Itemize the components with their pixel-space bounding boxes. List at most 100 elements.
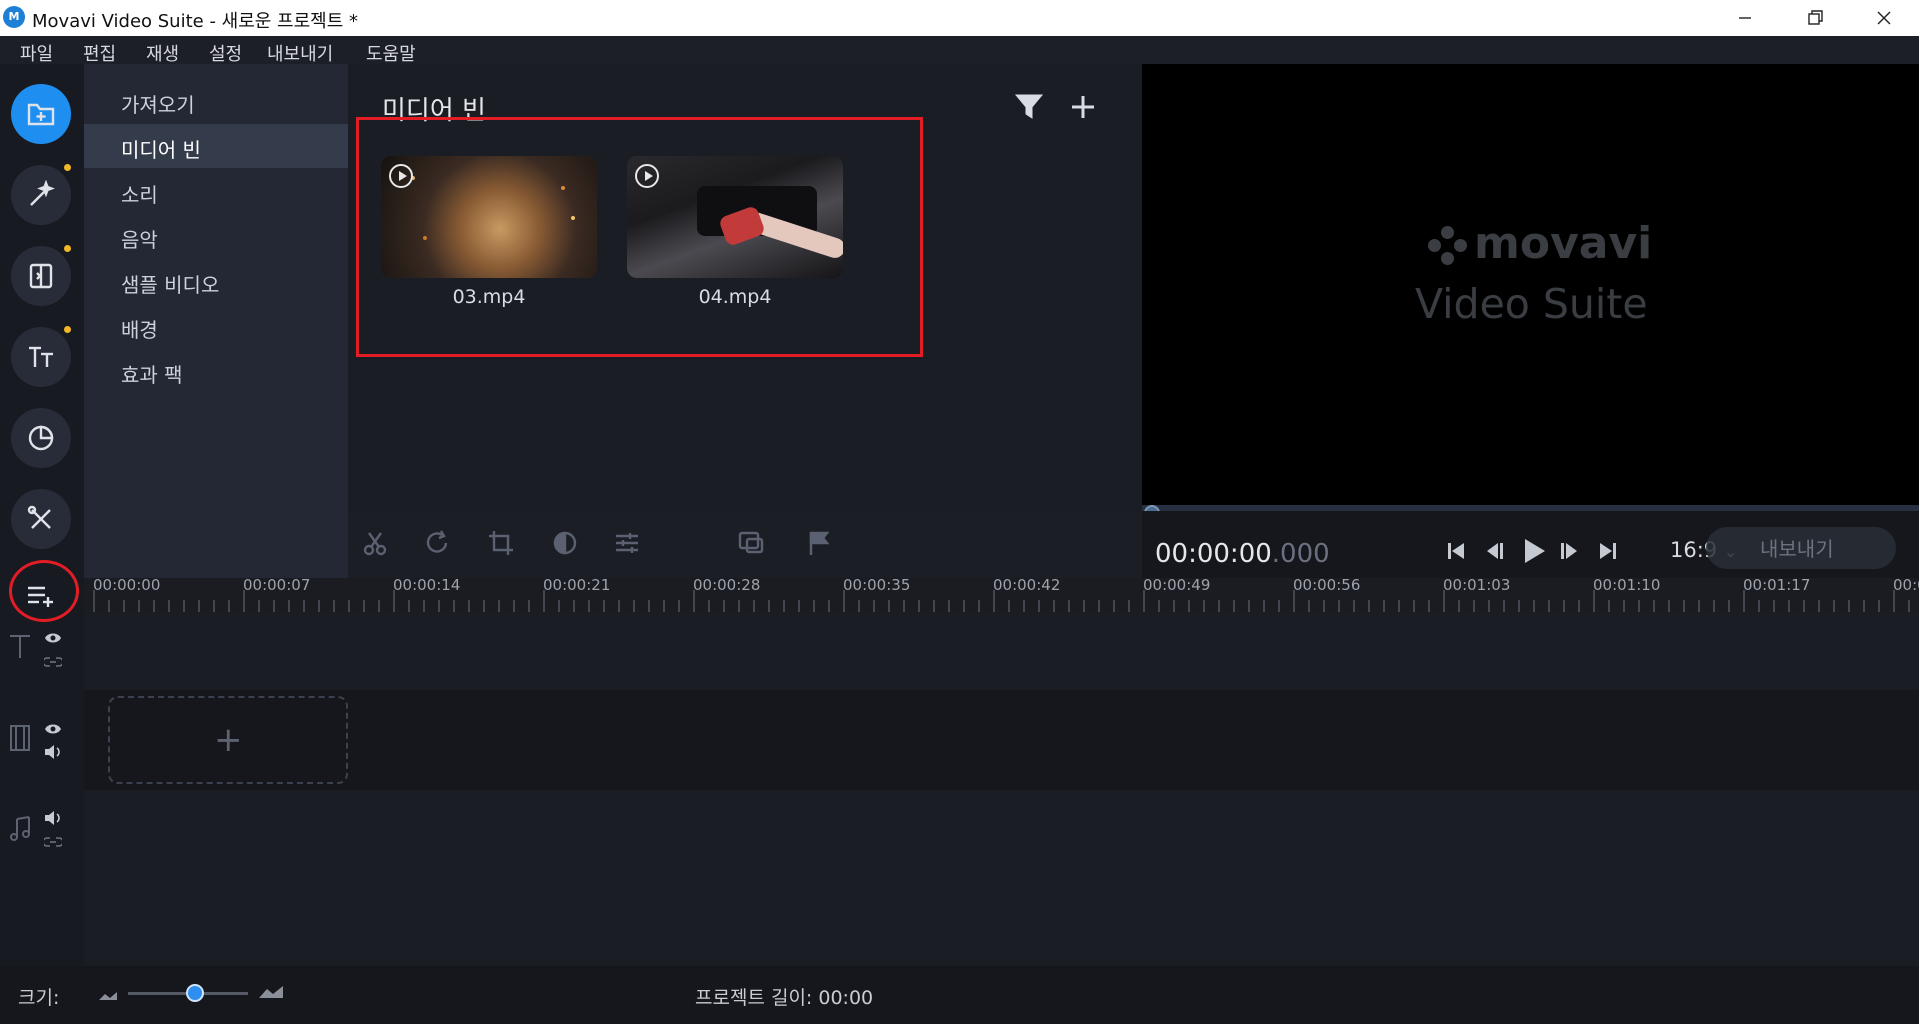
menu-playback[interactable]: 재생 xyxy=(146,40,179,66)
music-note-icon xyxy=(8,815,32,847)
step-forward-icon xyxy=(1561,543,1577,559)
menu-bar: 파일 편집 재생 설정 내보내기 도움말 xyxy=(0,36,1919,66)
new-indicator-dot xyxy=(64,164,71,171)
watermark-brand: movavi xyxy=(1474,218,1653,269)
timecode-main: 00:00:00 xyxy=(1155,539,1272,569)
sliders-icon xyxy=(616,533,638,553)
video-track[interactable] xyxy=(84,690,1919,790)
category-music[interactable]: 음악 xyxy=(84,214,348,258)
rotate-button[interactable] xyxy=(424,530,452,560)
video-track-icon xyxy=(8,724,32,756)
speaker-icon[interactable] xyxy=(44,810,62,830)
new-indicator-dot xyxy=(64,245,71,252)
stickers-button[interactable] xyxy=(11,408,71,468)
project-length: 프로젝트 길이: 00:00 xyxy=(695,987,874,1009)
category-label: 샘플 비디오 xyxy=(121,273,220,297)
ruler-time-label: 00:01:03 xyxy=(1443,576,1511,594)
flag-icon xyxy=(809,531,830,555)
zoom-size-label: 크기: xyxy=(18,987,60,1009)
app-window: M Movavi Video Suite - 새로운 프로젝트 * 파일 편집 … xyxy=(0,0,1919,1024)
track-headers xyxy=(0,612,84,966)
skip-to-end-button[interactable] xyxy=(1598,541,1618,565)
minimize-icon xyxy=(1739,17,1751,19)
zoom-slider-handle[interactable] xyxy=(186,984,204,1002)
next-frame-button[interactable] xyxy=(1560,541,1580,565)
crop-button[interactable] xyxy=(488,530,514,560)
ruler-time-label: 00:00:42 xyxy=(993,576,1061,594)
window-title: Movavi Video Suite - 새로운 프로젝트 * xyxy=(32,11,359,32)
link-icon[interactable] xyxy=(42,834,64,853)
ruler-time-label: 00:00:14 xyxy=(393,576,461,594)
marker-button[interactable] xyxy=(806,530,832,560)
menu-help[interactable]: 도움말 xyxy=(366,40,416,66)
minimize-button[interactable] xyxy=(1710,0,1780,36)
watermark-subtitle: Video Suite xyxy=(1415,280,1648,328)
menu-settings[interactable]: 설정 xyxy=(209,40,242,66)
category-sound[interactable]: 소리 xyxy=(84,169,348,213)
annotation-highlight-box xyxy=(356,117,923,357)
previous-frame-button[interactable] xyxy=(1484,541,1504,565)
ruler-time-label: 00:00:07 xyxy=(243,576,311,594)
menu-file[interactable]: 파일 xyxy=(20,40,53,66)
ruler-time-label: 00:00:35 xyxy=(843,576,911,594)
menu-edit[interactable]: 편집 xyxy=(83,40,116,66)
add-media-button[interactable] xyxy=(1070,94,1096,124)
title-track-icon xyxy=(8,632,32,664)
plus-icon xyxy=(1072,96,1094,118)
eye-icon[interactable] xyxy=(44,721,62,740)
tools-icon xyxy=(27,505,51,529)
clip-properties-button[interactable] xyxy=(614,530,640,560)
eye-icon[interactable] xyxy=(44,630,62,649)
ruler-time-label: 00:00:21 xyxy=(543,576,611,594)
play-button[interactable] xyxy=(1522,538,1546,568)
link-icon[interactable] xyxy=(42,654,64,673)
timecode-milliseconds: .000 xyxy=(1271,539,1330,569)
color-adjust-button[interactable] xyxy=(552,530,578,560)
filter-button[interactable] xyxy=(1014,92,1044,126)
restore-icon xyxy=(1808,10,1823,25)
add-media-drop-zone[interactable]: + xyxy=(108,696,348,784)
ruler-time-label: 00:00:28 xyxy=(693,576,761,594)
zoom-out-icon[interactable] xyxy=(98,986,118,1005)
transition-icon xyxy=(29,263,53,289)
skip-end-icon xyxy=(1600,543,1616,559)
category-backgrounds[interactable]: 배경 xyxy=(84,304,348,348)
annotation-circle xyxy=(9,560,79,622)
titles-button[interactable] xyxy=(11,327,71,387)
category-media-bin[interactable]: 미디어 빈 xyxy=(84,124,348,168)
category-import[interactable]: 가져오기 xyxy=(84,79,348,123)
skip-start-icon xyxy=(1448,543,1464,559)
filters-button[interactable] xyxy=(11,165,71,225)
new-indicator-dot xyxy=(64,326,71,333)
text-icon xyxy=(29,346,53,367)
skip-to-start-button[interactable] xyxy=(1446,541,1466,565)
add-folder-icon xyxy=(27,103,55,126)
more-tools-button[interactable] xyxy=(11,489,71,549)
ruler-time-label: 00:01:10 xyxy=(1593,576,1661,594)
transitions-button[interactable] xyxy=(11,246,71,306)
menu-export[interactable]: 내보내기 xyxy=(267,40,333,66)
cut-button[interactable] xyxy=(362,530,388,560)
magic-wand-icon xyxy=(30,180,55,206)
overlay-button[interactable] xyxy=(738,530,764,560)
filter-icon xyxy=(1014,94,1044,119)
zoom-in-icon[interactable] xyxy=(258,984,284,1003)
ruler-time-label: 00:00:49 xyxy=(1143,576,1211,594)
title-bar: M Movavi Video Suite - 새로운 프로젝트 * xyxy=(0,0,1919,36)
category-sample-videos[interactable]: 샘플 비디오 xyxy=(84,259,348,303)
category-label: 가져오기 xyxy=(121,93,195,117)
category-effect-packs[interactable]: 효과 팩 xyxy=(84,349,348,393)
contrast-icon xyxy=(553,531,577,555)
category-label: 음악 xyxy=(121,228,158,252)
close-button[interactable] xyxy=(1849,0,1919,36)
export-button[interactable]: 내보내기 xyxy=(1706,527,1896,569)
import-media-button[interactable] xyxy=(11,84,71,144)
import-categories-panel: 가져오기 미디어 빈 소리 음악 샘플 비디오 배경 효과 팩 xyxy=(84,64,348,578)
status-bar xyxy=(0,966,1919,1024)
crop-icon xyxy=(489,531,513,555)
ruler-time-label: 00:00:00 xyxy=(93,576,161,594)
restore-button[interactable] xyxy=(1780,0,1850,36)
category-label: 배경 xyxy=(121,318,158,342)
speaker-icon[interactable] xyxy=(44,744,62,764)
category-label: 미디어 빈 xyxy=(121,138,201,162)
